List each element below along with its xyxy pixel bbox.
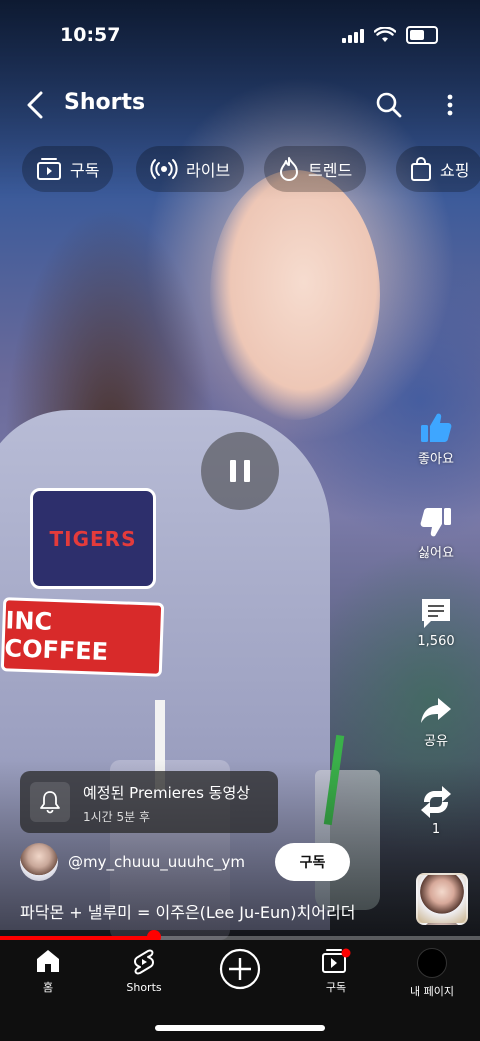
trending-icon [280,157,298,181]
nav-label: Shorts [126,981,162,994]
subscriptions-icon [322,948,351,973]
status-time: 10:57 [60,24,121,46]
status-icons [342,26,438,44]
battery-icon [406,26,438,44]
comments-button[interactable]: 1,560 [406,596,466,649]
home-icon [37,950,59,972]
subscriptions-icon [37,158,61,180]
wifi-icon [374,27,396,42]
bell-icon [40,791,60,814]
chip-label: 쇼핑 [440,161,470,180]
nav-home[interactable]: 홈 [0,948,96,995]
chip-label: 트렌드 [308,161,353,180]
dislike-button[interactable]: 싫어요 [406,504,466,561]
back-button[interactable] [20,88,50,122]
page-title: Shorts [64,90,146,115]
chip-trending[interactable]: 트렌드 [264,146,367,192]
chip-subscriptions[interactable]: 구독 [22,146,114,192]
premiere-countdown: 1시간 5분 후 [83,810,151,824]
pause-button[interactable] [201,432,279,510]
nav-profile[interactable]: 내 페이지 [384,948,480,999]
nav-subscriptions[interactable]: 구독 [288,948,384,995]
premiere-title: 예정된 Premieres 동영상 [83,784,251,802]
profile-avatar [417,948,447,978]
premiere-icon-box [30,782,70,822]
nav-label: 홈 [42,981,54,994]
channel-row: @my_chuuu_uuuhc_ym 구독 [20,843,350,883]
live-icon [150,159,178,179]
search-icon [376,92,402,118]
video-frame-face [210,170,380,420]
shorts-icon [134,949,154,975]
shopping-bag-icon [411,157,431,181]
sound-thumbnail[interactable] [416,873,468,925]
like-button[interactable]: 좋아요 [406,410,466,467]
share-button[interactable]: 공유 [406,694,466,749]
cellular-signal-icon [342,27,364,43]
category-chips: 구독 라이브 트렌드 쇼핑 [0,146,480,192]
remix-button[interactable]: 1 [406,784,466,837]
share-label: 공유 [424,734,448,749]
subscribe-button[interactable]: 구독 [275,843,350,881]
chip-label: 라이브 [186,161,231,180]
thumbs-up-icon [421,413,452,442]
more-vert-icon [447,94,453,116]
channel-name[interactable]: @my_chuuu_uuuhc_ym [68,853,245,871]
tigers-patch: TIGERS [30,488,156,589]
premiere-card[interactable]: 예정된 Premieres 동영상 1시간 5분 후 [20,771,278,833]
nav-create[interactable] [192,948,288,990]
chip-label: 구독 [70,161,100,180]
dislike-label: 싫어요 [418,546,454,561]
video-title[interactable]: 파닥몬 + 낼루미 = 이주은(Lee Ju-Eun)치어리더 [20,899,355,923]
status-bar: 10:57 [0,0,480,70]
chip-live[interactable]: 라이브 [136,146,245,192]
pause-bar [244,460,250,482]
comment-icon [422,599,450,628]
comment-count: 1,560 [417,634,455,649]
inc-coffee-patch: INC COFFEE [0,597,165,677]
share-icon [421,698,451,723]
thumbs-down-icon [420,508,451,537]
nav-label: 내 페이지 [410,985,454,998]
chip-shopping[interactable]: 쇼핑 [396,146,480,192]
remix-count: 1 [431,822,441,837]
nav-label: 구독 [325,981,347,994]
back-arrow-icon [27,91,43,119]
like-label: 좋아요 [418,452,454,467]
pause-bar [230,460,236,482]
channel-avatar[interactable] [20,843,58,881]
create-plus-icon [219,948,261,990]
search-button[interactable] [372,88,406,122]
home-indicator [155,1025,325,1031]
more-options-button[interactable] [442,88,458,122]
nav-shorts[interactable]: Shorts [96,948,192,994]
remix-icon [421,786,451,818]
header: Shorts [0,80,480,130]
